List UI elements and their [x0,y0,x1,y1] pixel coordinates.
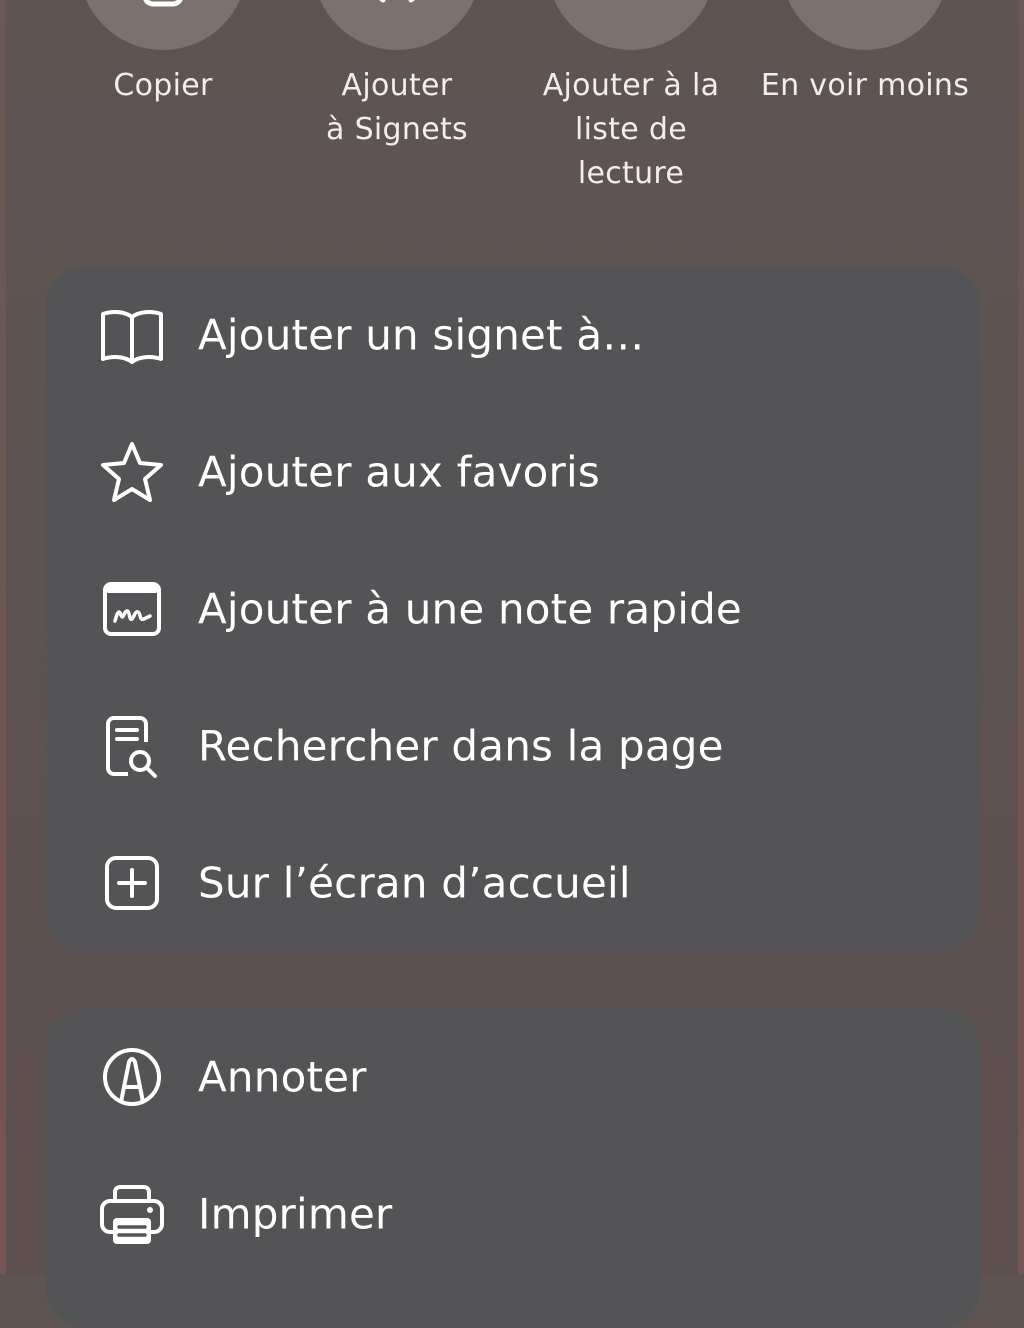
see-less-action-label: En voir moins [760,68,970,103]
menu-item-markup[interactable]: Annoter [46,1008,980,1145]
see-less-action-circle[interactable] [781,0,949,50]
quick-note-icon [98,575,166,643]
menu-item-add-favorites[interactable]: Ajouter aux favoris [46,403,980,540]
menu-item-label: Ajouter aux favoris [198,447,600,496]
menu-item-find-in-page[interactable]: Rechercher dans la page [46,677,980,814]
printer-icon [98,1180,166,1248]
menu-item-label: Imprimer [198,1189,393,1238]
menu-item-quick-note[interactable]: Ajouter à une note rapide [46,540,980,677]
menu-item-home-screen[interactable]: Sur l’écran d’accueil [46,814,980,951]
quick-actions-row: Copier Ajouter à Signets Ajouter à la li… [46,0,980,230]
right-edge [1018,0,1024,1274]
book-icon [98,301,166,369]
copy-action-label: Copier [113,68,213,103]
reading-list-action-circle[interactable] [547,0,715,50]
primary-menu-card: Ajouter un signet à… Ajouter aux favoris… [46,266,980,952]
menu-item-label: Ajouter un signet à… [198,310,645,359]
secondary-menu-card: Annoter Imprimer [46,1008,980,1328]
bookmark-add-icon [367,0,427,12]
copy-icon [137,0,189,12]
add-bookmark-action-circle[interactable] [313,0,481,50]
add-bookmark-action-label: Ajouter à Signets [326,68,468,147]
markup-icon [98,1043,166,1111]
add-square-icon [98,849,166,917]
menu-item-label: Annoter [198,1052,367,1101]
menu-item-label: Sur l’écran d’accueil [198,858,631,907]
find-in-page-icon [98,712,166,780]
reading-list-action-label: Ajouter à la liste de lecture [542,68,720,191]
left-edge [0,0,6,1274]
menu-item-label: Rechercher dans la page [198,721,724,770]
star-icon [98,438,166,506]
menu-item-print[interactable]: Imprimer [46,1145,980,1282]
copy-action-circle[interactable] [79,0,247,50]
menu-item-label: Ajouter à une note rapide [198,584,742,633]
menu-item-add-bookmark-to[interactable]: Ajouter un signet à… [46,266,980,403]
